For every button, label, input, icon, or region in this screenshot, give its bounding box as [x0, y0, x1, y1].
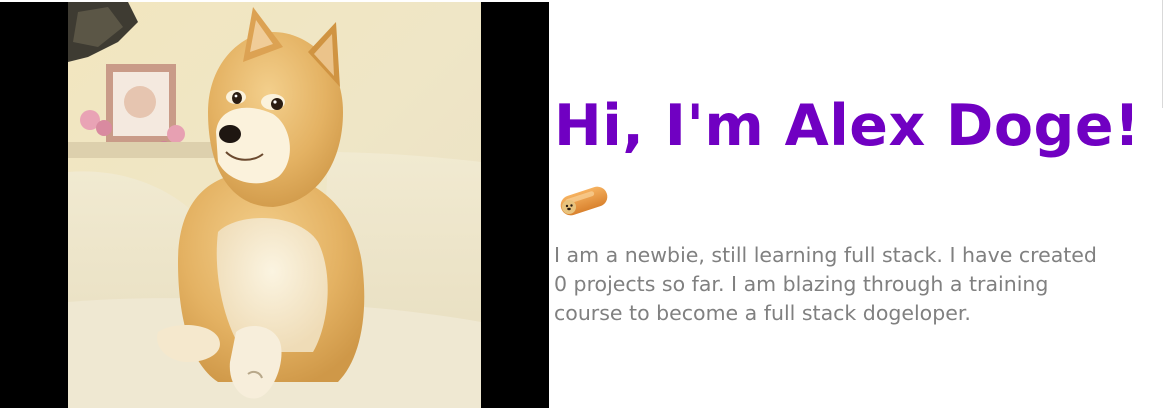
bio-text: I am a newbie, still learning full stack…	[554, 243, 1097, 325]
profile-page: Hi, I'm Alex Doge! I am a newbie, still …	[0, 0, 1163, 408]
hotdoge-icon	[556, 181, 612, 221]
intro-section: Hi, I'm Alex Doge! I am a newbie, still …	[554, 88, 1154, 328]
page-title: Hi, I'm Alex Doge!	[554, 93, 1141, 159]
doge-photo	[68, 2, 481, 408]
profile-photo-frame	[0, 2, 549, 408]
